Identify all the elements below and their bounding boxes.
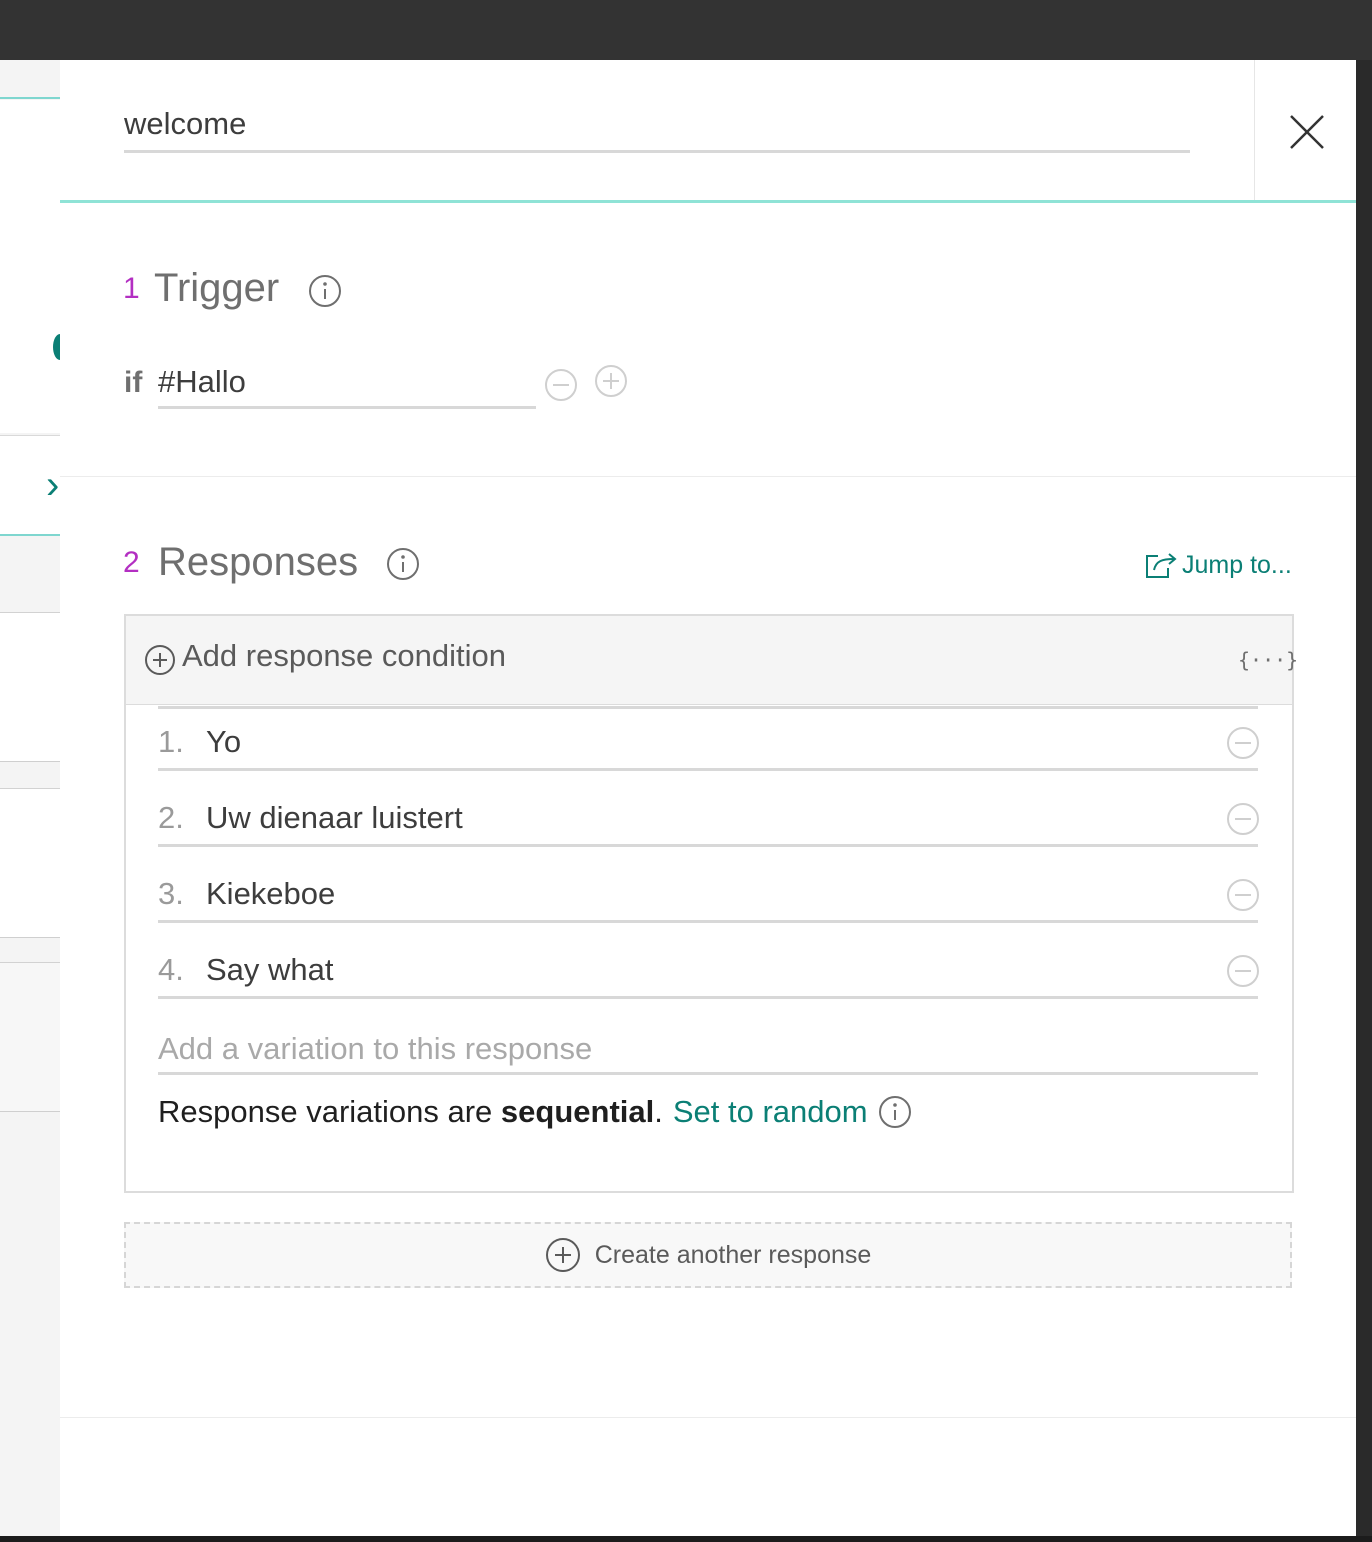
- variation-number: 3.: [158, 876, 184, 911]
- set-to-random-link[interactable]: Set to random: [673, 1094, 868, 1130]
- variation-mode-text: Response variations are: [158, 1094, 493, 1129]
- variation-mode-period: .: [654, 1094, 663, 1129]
- add-circle-icon: [545, 1238, 580, 1272]
- trigger-condition-input[interactable]: [158, 358, 536, 409]
- add-condition-icon[interactable]: [594, 364, 628, 398]
- node-name-input[interactable]: [124, 98, 1190, 153]
- response-variation-row: 3. Kiekeboe: [158, 874, 1260, 923]
- jump-to-button[interactable]: Jump to...: [1144, 550, 1292, 580]
- trigger-info-icon[interactable]: [308, 274, 342, 308]
- remove-variation-icon[interactable]: [1226, 802, 1260, 836]
- variation-text[interactable]: Say what: [206, 952, 334, 988]
- variation-number: 4.: [158, 952, 184, 987]
- response-variation-row: 1. Yo: [158, 722, 1260, 771]
- background-node-dot: [53, 334, 60, 360]
- responses-info-icon[interactable]: [386, 547, 420, 581]
- variation-text[interactable]: Uw dienaar luistert: [206, 800, 463, 836]
- variation-mode-info-icon[interactable]: [878, 1095, 912, 1129]
- response-variation-row: 4. Say what: [158, 950, 1260, 999]
- top-bar: [0, 0, 1372, 60]
- chevron-right-icon: ›: [46, 463, 60, 507]
- add-variation-input[interactable]: [158, 1026, 1258, 1075]
- response-variation-row: 2. Uw dienaar luistert: [158, 798, 1260, 847]
- trigger-section-title: Trigger: [154, 266, 280, 310]
- background-node-card: [0, 962, 60, 1112]
- node-editor-panel: 1 Trigger if 2 Responses Jump to...: [60, 60, 1356, 1536]
- background-dialog-list: ›: [0, 60, 60, 1536]
- bottom-bar: [0, 1536, 1372, 1542]
- variation-number: 2.: [158, 800, 184, 835]
- close-area: [1254, 60, 1357, 200]
- responses-section-number: 2: [123, 546, 140, 579]
- background-node-card: [0, 100, 60, 433]
- right-edge: [1356, 60, 1372, 1536]
- background-accent-line: [0, 97, 60, 99]
- responses-section-title: Responses: [158, 540, 359, 584]
- trigger-section-number: 1: [123, 272, 140, 305]
- response-box: Add response condition {···} 1. Yo 2. Uw…: [124, 614, 1298, 1193]
- jump-to-label: Jump to...: [1182, 550, 1292, 579]
- remove-variation-icon[interactable]: [1226, 878, 1260, 912]
- remove-condition-icon[interactable]: [544, 368, 578, 402]
- remove-variation-icon[interactable]: [1226, 954, 1260, 988]
- variation-number: 1.: [158, 724, 184, 759]
- variation-text[interactable]: Kiekeboe: [206, 876, 335, 912]
- remove-variation-icon[interactable]: [1226, 726, 1260, 760]
- close-icon[interactable]: [1287, 112, 1327, 152]
- trigger-if-label: if: [124, 366, 143, 399]
- variation-text[interactable]: Yo: [206, 724, 241, 760]
- variation-mode-line: Response variations are sequential. Set …: [158, 1094, 912, 1130]
- create-another-response-button[interactable]: Create another response: [124, 1222, 1292, 1288]
- background-node-card: [0, 788, 60, 938]
- footer-divider: [60, 1417, 1356, 1418]
- create-another-response-label: Create another response: [594, 1240, 872, 1269]
- jump-to-icon: [1146, 553, 1177, 578]
- background-node-card: [0, 612, 60, 762]
- section-divider: [60, 476, 1356, 477]
- variation-mode-value: sequential: [500, 1094, 655, 1129]
- node-editor-header: [60, 60, 1356, 203]
- response-variation-row: [158, 660, 1258, 709]
